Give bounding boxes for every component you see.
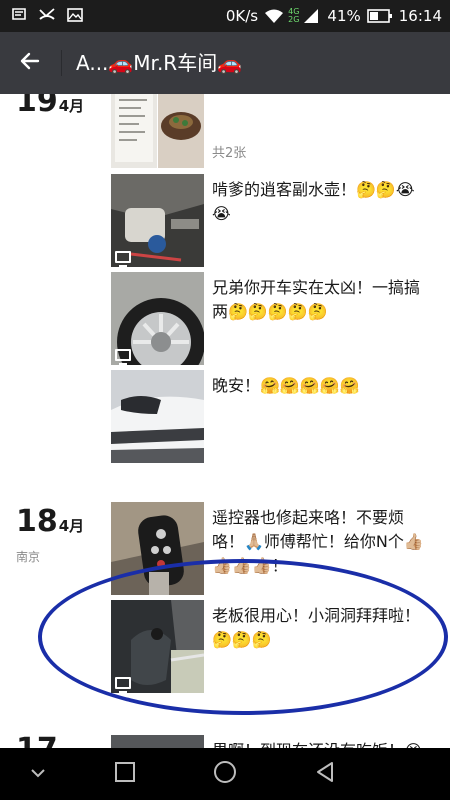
post-thumbnail[interactable] bbox=[158, 94, 204, 179]
album-post[interactable]: 兄弟你开车实在太凶！一搞搞两🤔🤔🤔🤔🤔 bbox=[111, 272, 431, 365]
post-thumbnail[interactable] bbox=[111, 502, 204, 595]
home-button[interactable] bbox=[211, 760, 239, 788]
post-thumbnail[interactable] bbox=[111, 94, 157, 179]
status-bar: 0K/s 4G 2G 41% 16:14 bbox=[0, 0, 450, 32]
triangle-back-icon bbox=[314, 761, 336, 787]
square-icon bbox=[114, 761, 136, 787]
picture-icon bbox=[115, 251, 131, 267]
album-post[interactable]: 啃爹的逍客副水壶！🤔🤔😭😭 bbox=[111, 174, 431, 267]
app-bar: A...🚗Mr.R车间🚗 bbox=[0, 32, 450, 94]
missed-call-icon bbox=[38, 7, 56, 23]
post-caption: 兄弟你开车实在太凶！一搞搞两🤔🤔🤔🤔🤔 bbox=[212, 278, 421, 321]
clock: 16:14 bbox=[398, 7, 442, 25]
arrow-left-icon bbox=[18, 49, 42, 77]
signal-icon bbox=[303, 8, 321, 24]
network-speed: 0K/s bbox=[225, 7, 259, 25]
post-caption: 啃爹的逍客副水壶！🤔🤔😭😭 bbox=[212, 180, 415, 223]
page-title: A...🚗Mr.R车间🚗 bbox=[76, 51, 243, 75]
circle-icon bbox=[213, 760, 237, 788]
video-icon bbox=[115, 677, 131, 693]
battery-icon bbox=[366, 8, 393, 24]
battery-level: 41% bbox=[327, 7, 361, 25]
post-thumbnail[interactable] bbox=[111, 272, 204, 365]
album-post[interactable]: 共2张 bbox=[111, 94, 431, 179]
post-thumbnail[interactable] bbox=[111, 735, 204, 748]
date-label: 184月 bbox=[16, 504, 85, 539]
album-post[interactable]: 遥控器也修起来咯！不要烦咯！🙏🏼师傅帮忙！给你N个👍🏼👍🏼👍🏼👍🏼！ bbox=[111, 502, 431, 595]
post-caption: 晚安！🤗🤗🤗🤗🤗 bbox=[212, 376, 360, 395]
album-post[interactable]: 老板很用心！小洞洞拜拜啦！🤔🤔🤔 bbox=[111, 600, 431, 693]
post-caption: 老板很用心！小洞洞拜拜啦！🤔🤔🤔 bbox=[212, 606, 421, 649]
video-icon bbox=[115, 349, 131, 365]
album-timeline: 194月 共2张 啃爹的逍客副水壶！🤔🤔😭😭 兄弟你开车实在太凶！一搞搞两🤔🤔🤔… bbox=[0, 94, 450, 748]
post-caption: 遥控器也修起来咯！不要烦咯！🙏🏼师傅帮忙！给你N个👍🏼👍🏼👍🏼👍🏼！ bbox=[212, 508, 424, 575]
hide-nav-button[interactable] bbox=[24, 760, 52, 788]
back-button[interactable] bbox=[10, 45, 50, 81]
post-thumbnail[interactable] bbox=[111, 600, 204, 693]
post-caption: 果啊！到现在还没有吃饭！😭 bbox=[212, 739, 430, 748]
back-nav-button[interactable] bbox=[311, 760, 339, 788]
date-label: 17 bbox=[16, 732, 59, 748]
post-thumbnail[interactable] bbox=[111, 174, 204, 267]
image-icon bbox=[66, 7, 84, 23]
navigation-bar bbox=[0, 748, 450, 800]
network-type: 4G 2G bbox=[288, 7, 300, 24]
recent-apps-button[interactable] bbox=[111, 760, 139, 788]
photo-count: 共2张 bbox=[212, 146, 247, 161]
album-post[interactable]: 果啊！到现在还没有吃饭！😭 bbox=[111, 735, 431, 748]
location-label: 南京 bbox=[16, 550, 41, 564]
album-post[interactable]: 晚安！🤗🤗🤗🤗🤗 bbox=[111, 370, 431, 463]
notification-icon bbox=[10, 7, 28, 23]
header-divider bbox=[61, 50, 62, 76]
wifi-icon bbox=[264, 8, 284, 24]
post-thumbnail[interactable] bbox=[111, 370, 204, 463]
date-label: 194月 bbox=[16, 94, 85, 119]
chevron-down-icon bbox=[29, 765, 47, 784]
